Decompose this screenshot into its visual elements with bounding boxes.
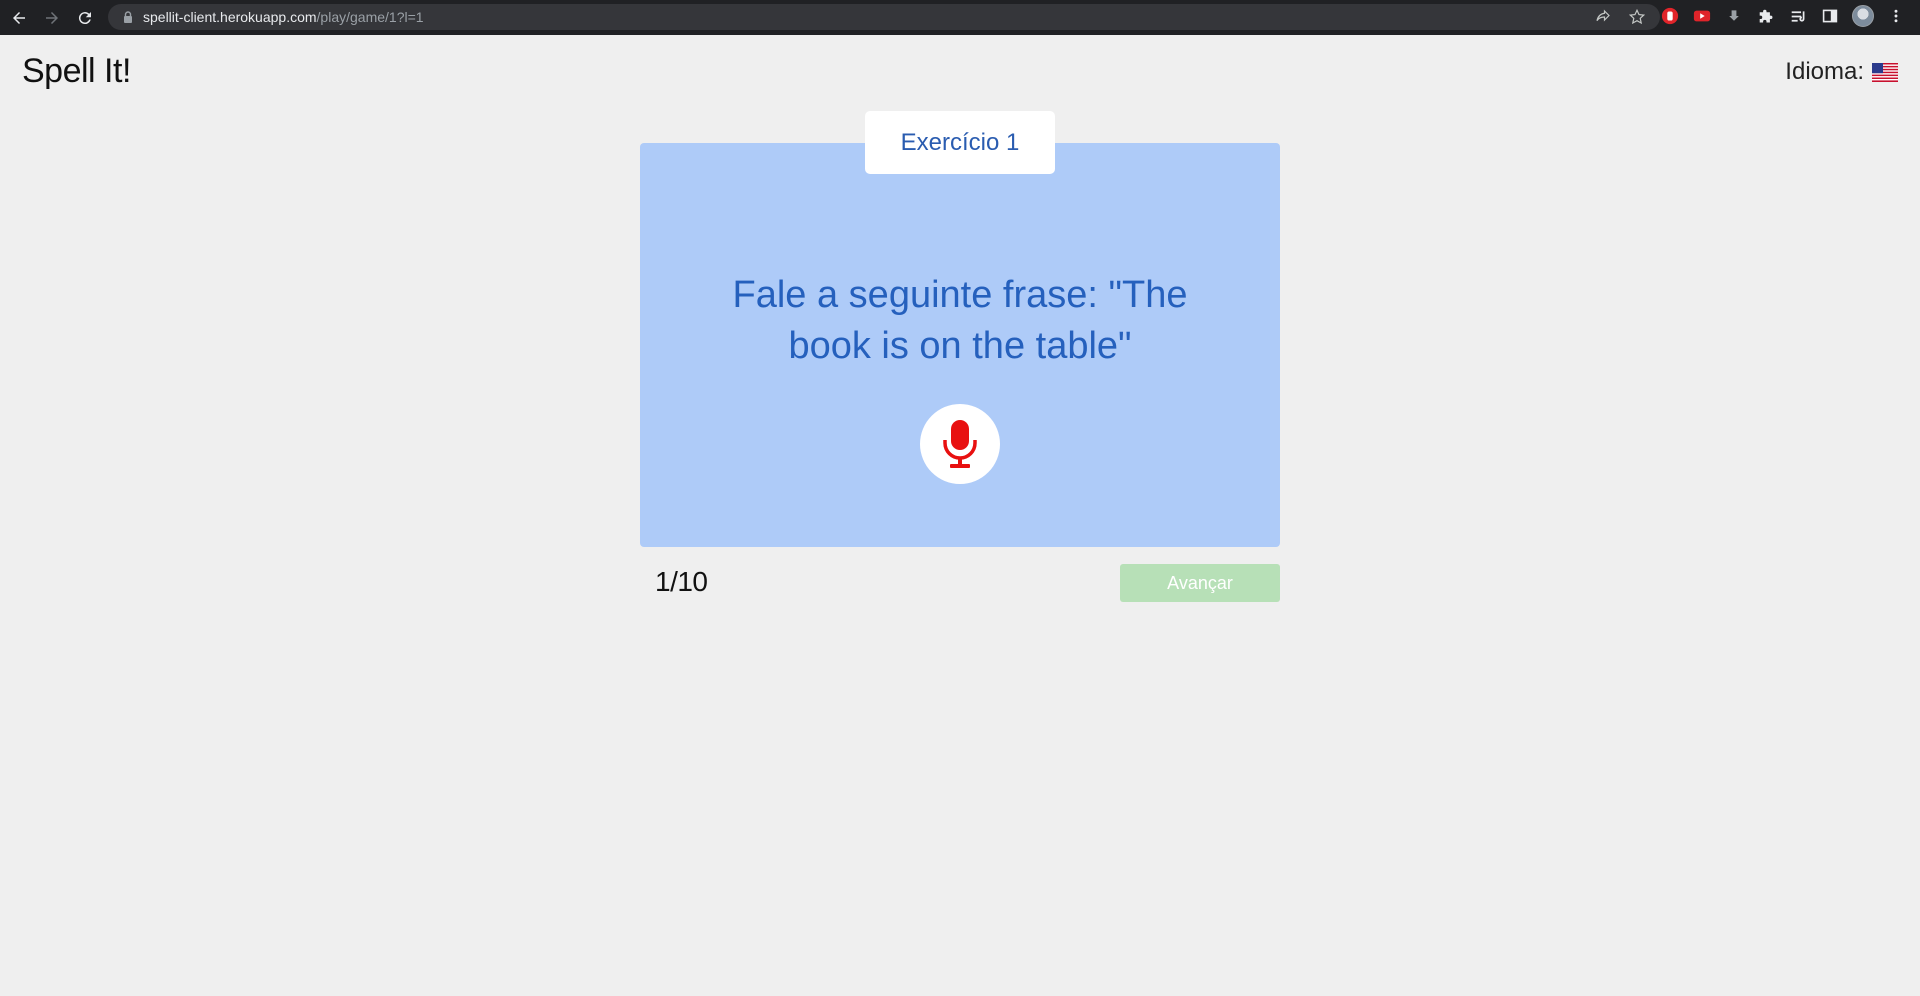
progress-counter: 1/10 (655, 566, 708, 597)
back-button[interactable] (5, 4, 33, 32)
side-panel-icon[interactable] (1820, 6, 1840, 26)
exercise-tab: Exercício 1 (865, 111, 1055, 174)
extension-download-icon[interactable] (1724, 6, 1744, 26)
lock-icon (124, 11, 132, 23)
more-menu-icon[interactable] (1886, 6, 1906, 26)
exercise-prompt: Fale a seguinte frase: "The book is on t… (732, 274, 1188, 367)
reload-icon (78, 11, 91, 24)
address-bar[interactable]: spellit-client.herokuapp.com/play/game/1… (108, 4, 1660, 30)
arrow-left-icon (13, 11, 25, 24)
forward-button[interactable] (38, 4, 66, 32)
reload-button[interactable] (71, 4, 99, 32)
reading-list-icon[interactable] (1788, 6, 1808, 26)
extension-video-icon[interactable] (1692, 6, 1712, 26)
language-selector[interactable]: Idioma: (1785, 58, 1898, 86)
browser-toolbar: spellit-client.herokuapp.com/play/game/1… (0, 0, 1920, 35)
extension-adblock-icon[interactable] (1660, 6, 1680, 26)
language-label: Idioma: (1785, 58, 1864, 85)
microphone-icon (943, 420, 977, 468)
profile-avatar[interactable] (1852, 5, 1874, 27)
record-button[interactable] (920, 404, 1000, 484)
bookmark-star-icon[interactable] (1628, 8, 1646, 26)
app-title[interactable]: Spell It! (22, 52, 131, 91)
url-text: spellit-client.herokuapp.com/play/game/1… (143, 9, 424, 25)
us-flag-icon[interactable] (1872, 62, 1898, 82)
extensions-puzzle-icon[interactable] (1756, 6, 1776, 26)
arrow-right-icon (46, 11, 58, 24)
next-button[interactable]: Avançar (1120, 564, 1280, 602)
share-icon[interactable] (1594, 8, 1612, 26)
